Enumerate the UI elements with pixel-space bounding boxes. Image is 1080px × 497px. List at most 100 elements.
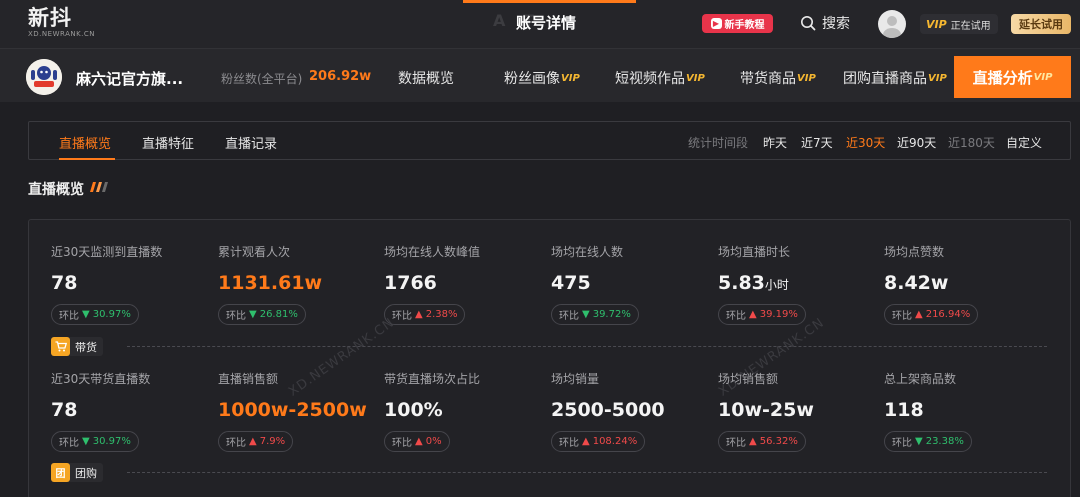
period-yesterday[interactable]: 昨天 [763,134,787,151]
change-value: 2.38% [425,309,458,320]
tutorial-button[interactable]: ▶ 新手教程 [702,14,773,33]
search-icon [801,16,816,31]
change-value: 39.19% [759,309,798,320]
stat-number: 475 [551,272,591,294]
change-chip: 环比 ▼ 30.97% [51,304,139,325]
change-chip: 环比 ▼ 26.81% [218,304,306,325]
arrow-up-icon: ▲ [415,436,423,447]
user-avatar[interactable] [878,10,906,38]
group-label: 团购 [75,466,97,480]
arrow-up-icon: ▲ [582,436,590,447]
chip-label: 环比 [559,311,579,322]
nav-group-live-products[interactable]: 团购直播商品VIP [843,68,947,88]
arrow-up-icon: ▲ [749,436,757,447]
stat-card: 近30天带货直播数 78 环比 ▼ 30.97% [51,370,211,452]
change-chip: 环比 ▼ 23.38% [884,431,972,452]
period-label: 统计时间段 [688,136,749,150]
group-tag-tuangou: 团 团购 [51,463,103,482]
change-value: 7.9% [259,436,286,447]
period-180-days[interactable]: 近180天 [948,134,995,151]
divider [127,346,1047,347]
vip-tag: VIP [1033,71,1053,83]
page-title: 账号详情 [516,14,577,32]
stat-value: 10w-25w [718,399,878,423]
nav-label: 团购直播商品 [843,71,927,87]
chip-label: 环比 [226,438,246,449]
stat-card: 场均在线人数 475 环比 ▼ 39.72% [551,243,711,325]
extend-trial-button[interactable]: 延长试用 [1011,14,1071,34]
vip-status: 正在试用 [950,20,991,32]
nav-short-videos[interactable]: 短视频作品VIP [615,68,705,88]
vip-label: VIP [926,17,947,31]
change-value: 216.94% [925,309,971,320]
change-chip: 环比 ▲ 39.19% [718,304,806,325]
nav-label: 粉丝画像 [504,71,560,87]
account-name: 麻六记官方旗... [76,70,184,88]
period-90-days[interactable]: 近90天 [897,134,936,151]
chip-label: 环比 [59,311,79,322]
tab-live-features[interactable]: 直播特征 [142,133,194,152]
logo-text: 新抖 [28,6,72,30]
logo-domain: XD.NEWRANK.CN [28,30,96,38]
vip-status-badge[interactable]: VIP 正在试用 [920,14,998,34]
nav-live-analysis[interactable]: 直播分析 VIP [954,56,1071,98]
stat-value: 78 [51,272,211,296]
tab-live-records[interactable]: 直播记录 [225,133,277,152]
active-page-indicator [463,0,636,3]
active-tab-underline [59,158,115,160]
top-bar: 新抖 XD.NEWRANK.CN A T 账号详情 ▶ 新手教程 搜索 VIP … [0,0,1080,48]
live-subtabs-bar: 直播概览 直播特征 直播记录 统计时间段 昨天 近7天 近30天 近90天 近1… [28,121,1071,160]
chip-label: 环比 [726,438,746,449]
period-30-days[interactable]: 近30天 [846,134,885,151]
group-tag-daihuo: 带货 [51,337,103,356]
site-logo[interactable]: 新抖 XD.NEWRANK.CN [28,6,95,38]
vip-tag: VIP [928,73,947,84]
stat-value: 2500-5000 [551,399,711,423]
nav-fan-profile[interactable]: 粉丝画像VIP [504,68,580,88]
stat-label: 场均在线人数 [551,245,624,259]
divider [127,472,1047,473]
stat-card: 场均点赞数 8.42w 环比 ▲ 216.94% [884,243,1044,325]
change-value: 26.81% [259,309,298,320]
account-avatar[interactable] [26,59,62,95]
chip-label: 环比 [392,438,412,449]
change-value: 30.97% [92,309,131,320]
change-chip: 环比 ▲ 2.38% [384,304,466,325]
arrow-down-icon: ▼ [82,309,90,320]
arrow-down-icon: ▼ [582,309,590,320]
nav-label: 数据概览 [398,71,454,87]
stat-value: 475 [551,272,711,296]
vip-tag: VIP [686,73,705,84]
chip-label: 环比 [226,311,246,322]
stat-number: 78 [51,399,78,421]
search-button[interactable]: 搜索 [800,13,850,33]
stat-value: 1000w-2500w [218,399,378,423]
change-chip: 环比 ▲ 56.32% [718,431,806,452]
stat-number: 118 [884,399,924,421]
vip-tag: VIP [797,73,816,84]
change-chip: 环比 ▼ 30.97% [51,431,139,452]
account-nav: 麻六记官方旗... 粉丝数(全平台) 206.92w 数据概览 粉丝画像VIP … [0,48,1080,102]
stat-number: 1131.61w [218,272,323,294]
stat-value: 118 [884,399,1044,423]
chip-label: 环比 [892,311,912,322]
change-chip: 环比 ▲ 0% [384,431,450,452]
change-value: 56.32% [759,436,798,447]
stat-card: 带货直播场次占比 100% 环比 ▲ 0% [384,370,544,452]
chip-label: 环比 [59,438,79,449]
tab-live-overview[interactable]: 直播概览 [59,133,111,152]
title-decoration-icon [90,182,108,192]
period-custom[interactable]: 自定义 [1006,134,1042,151]
nav-data-overview[interactable]: 数据概览 [398,68,454,88]
chip-label: 环比 [392,311,412,322]
group-label: 带货 [75,340,97,354]
period-7-days[interactable]: 近7天 [801,134,833,151]
stat-card: 场均在线人数峰值 1766 环比 ▲ 2.38% [384,243,544,325]
nav-products[interactable]: 带货商品VIP [740,68,816,88]
arrow-up-icon: ▲ [915,309,923,320]
change-chip: 环比 ▲ 216.94% [884,304,979,325]
stat-label: 累计观看人次 [218,245,291,259]
stat-value: 100% [384,399,544,423]
stat-number: 1000w-2500w [218,399,367,421]
fans-count-value: 206.92w [309,69,372,84]
